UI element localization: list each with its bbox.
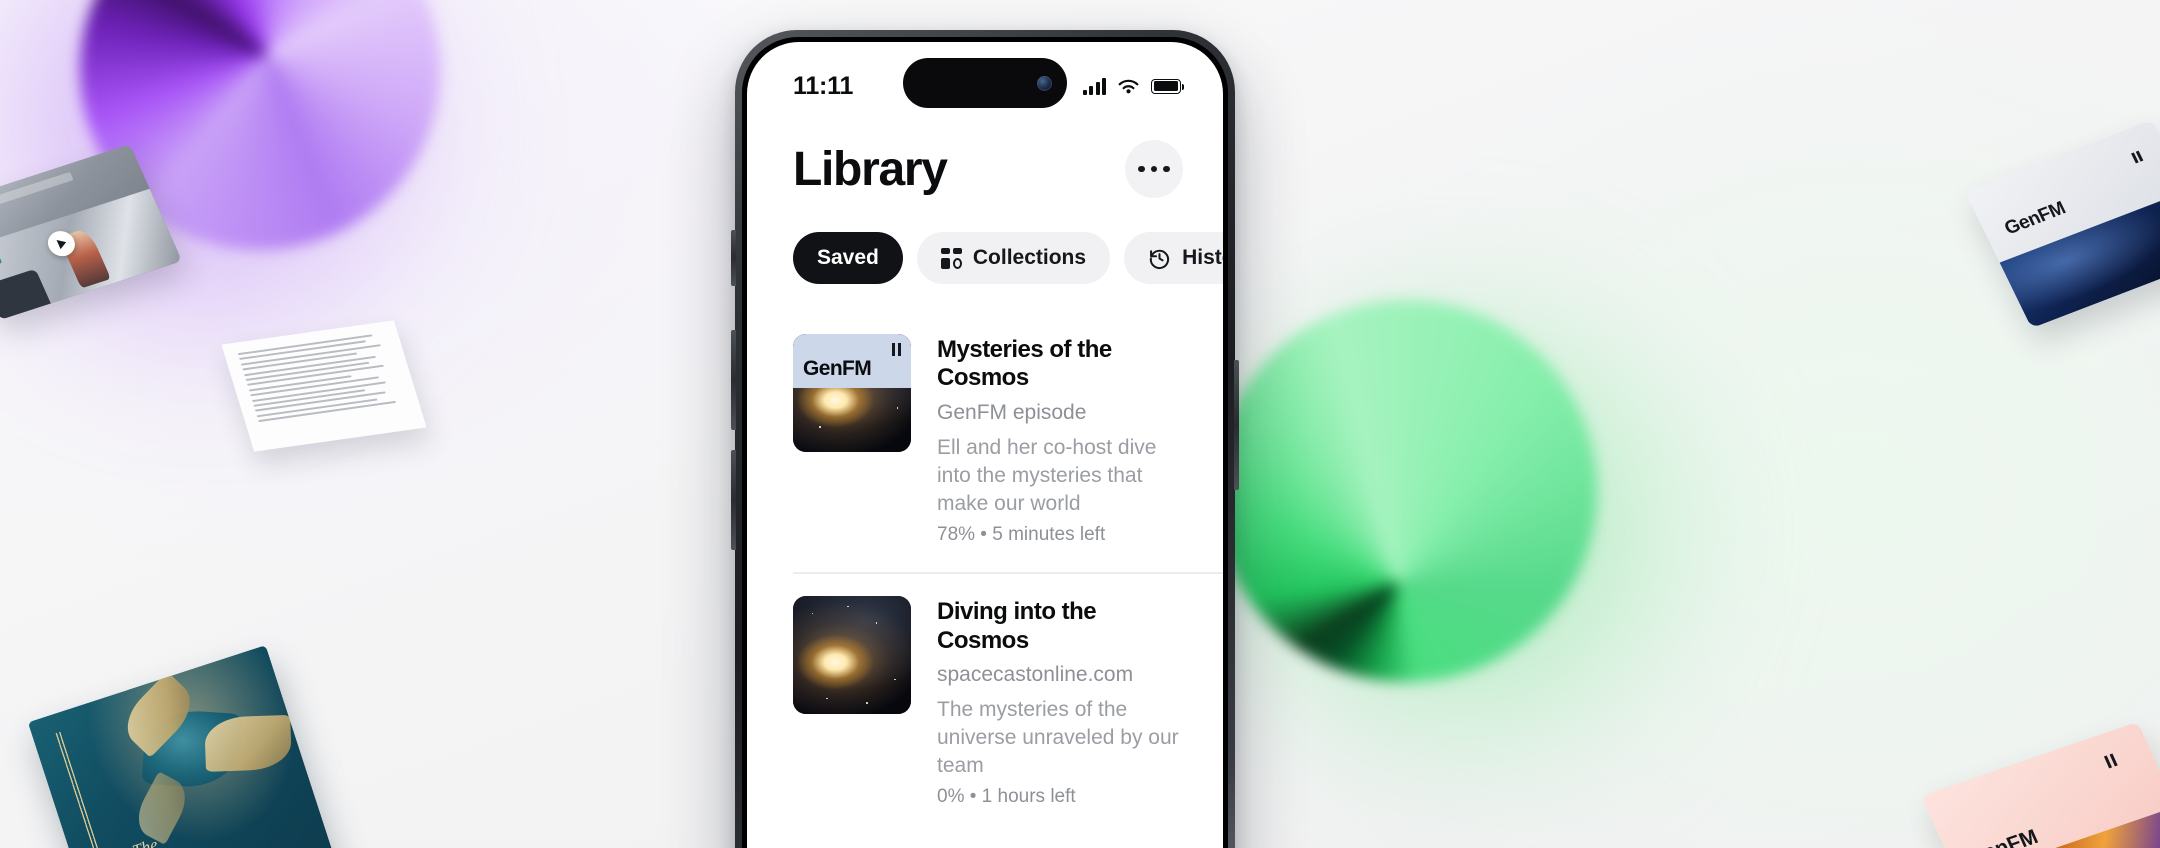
tab-bar: Saved Collections Hist	[747, 198, 1223, 284]
volume-down-button[interactable]	[731, 450, 736, 550]
app-header: Library	[747, 114, 1223, 198]
grid-icon	[940, 247, 962, 269]
battery-full-icon	[1151, 78, 1185, 94]
item-source: spacecastonline.com	[937, 662, 1134, 686]
more-dots-icon	[1163, 165, 1170, 173]
phone-device: 11:11 Library Saved Collections Hist Gen…	[731, 30, 1239, 848]
tab-collections-label: Collections	[972, 246, 1087, 269]
list-item[interactable]: GenFM Mysteries of the Cosmos GenFM epis…	[747, 310, 1223, 572]
book-ornament	[204, 714, 293, 772]
item-progress: 0% • 1 hours left	[937, 786, 1076, 808]
tab-history-label: History	[1182, 246, 1223, 269]
history-clock-icon	[1149, 249, 1170, 269]
dynamic-island	[903, 58, 1067, 108]
item-title: Diving into the Cosmos	[937, 598, 1097, 654]
item-progress: 78% • 5 minutes left	[937, 524, 1106, 546]
item-text: Mysteries of the Cosmos GenFM episode El…	[937, 334, 1181, 546]
tab-saved[interactable]: Saved	[793, 232, 903, 284]
list-item[interactable]: Diving into the Cosmos spacecastonline.c…	[747, 572, 1223, 834]
item-thumbnail	[793, 596, 911, 715]
book-rules	[55, 731, 121, 848]
more-options-button[interactable]	[1125, 140, 1183, 198]
green-orb	[1215, 300, 1597, 682]
floating-genfm-card: GenFM	[1964, 119, 2160, 329]
power-button[interactable]	[1234, 360, 1239, 490]
tab-saved-label: Saved	[817, 246, 879, 269]
galaxy-image	[793, 596, 911, 715]
status-indicators	[1082, 77, 1185, 96]
volume-up-button[interactable]	[731, 330, 736, 430]
status-time: 11:11	[793, 71, 854, 100]
tab-collections[interactable]: Collections	[916, 232, 1111, 284]
phone-screen: 11:11 Library Saved Collections Hist Gen…	[747, 42, 1223, 848]
item-source: GenFM episode	[937, 400, 1087, 424]
phone-bezel: 11:11 Library Saved Collections Hist Gen…	[742, 37, 1228, 848]
wifi-icon	[1118, 79, 1139, 93]
thumbnail-genfm-label: GenFM	[803, 357, 872, 381]
floating-pink-card: GenFM	[1921, 721, 2160, 848]
library-list: GenFM Mysteries of the Cosmos GenFM epis…	[747, 284, 1223, 834]
item-description: Ell and her co-host dive into the myster…	[937, 435, 1157, 516]
page-title: Library	[793, 142, 948, 196]
item-description: The mysteries of the universe unraveled …	[937, 698, 1179, 778]
status-bar: 11:11	[747, 42, 1223, 114]
floating-book-cover: The Gre G	[27, 645, 339, 848]
pause-icon[interactable]	[892, 343, 901, 356]
more-dots-icon	[1150, 165, 1158, 173]
signal-bars-icon	[1082, 77, 1106, 95]
scene-background: The Gre G GenFM GenFM 11:11	[0, 0, 2160, 848]
item-text: Diving into the Cosmos spacecastonline.c…	[937, 596, 1181, 808]
camera-icon	[1037, 75, 1052, 91]
action-button[interactable]	[731, 230, 736, 286]
more-dots-icon	[1138, 165, 1145, 173]
tab-history[interactable]: History	[1124, 232, 1223, 284]
floating-paper-sheet	[221, 320, 427, 452]
item-title: Mysteries of the Cosmos	[937, 336, 1112, 392]
item-thumbnail: GenFM	[793, 334, 911, 452]
